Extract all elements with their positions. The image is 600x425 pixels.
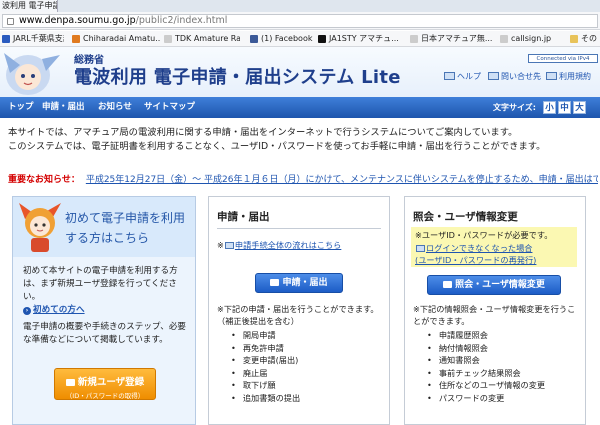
intro-line-2: このシステムでは、電子証明書を利用することなく、ユーザID・パスワードを使ってお…	[8, 141, 546, 152]
main-nav: トップ 申請・届出 お知らせ サイトマップ 文字サイズ: 小 中 大	[0, 97, 600, 118]
apply-list: 開局申請 再免許申請 変更申請(届出) 廃止届 取下げ願 追加書類の提出	[231, 329, 300, 405]
browser-tab-strip: 波利用 電子申請	[0, 0, 600, 12]
bookmark-jarl-chiba[interactable]: JARL千葉県支部	[2, 33, 64, 45]
screen-icon	[65, 379, 75, 386]
page-title: 電波利用 電子申請・届出システム Lite	[74, 67, 401, 88]
first-time-guide-link[interactable]: › 初めての方へ	[23, 303, 85, 315]
bookmark-jarl[interactable]: 日本アマチュア無...	[410, 33, 492, 45]
document-icon	[224, 242, 234, 249]
url-path: /public2/index.html	[135, 15, 228, 26]
list-item: パスワードの変更	[427, 392, 545, 405]
font-size-medium-button[interactable]: 中	[558, 101, 571, 114]
list-item: 事前チェック結果照会	[427, 367, 545, 380]
first-time-heading: 初めて電子申請を利用する方はこちら	[65, 211, 186, 245]
font-size-large-button[interactable]: 大	[573, 101, 586, 114]
facebook-icon	[250, 35, 258, 43]
first-time-body: 初めて本サイトの電子申請を利用する方は、まず新規ユーザ登録を行ってください。	[23, 266, 178, 302]
nav-sitemap[interactable]: サイトマップ	[144, 97, 195, 118]
apply-panel-title: 申請・届出	[217, 211, 270, 223]
nav-apply[interactable]: 申請・届出	[42, 97, 85, 118]
flow-link[interactable]: 申請手続全体の流れはこちら	[235, 240, 341, 250]
nav-news[interactable]: お知らせ	[98, 97, 132, 118]
inquiry-note: ※下記の情報照会・ユーザ情報変更を行うことができます。	[413, 304, 576, 326]
bookmark-callsign[interactable]: callsign.jp	[500, 33, 556, 45]
url-host: www.denpa.soumu.go.jp	[19, 15, 136, 26]
list-item: 納付情報照会	[427, 342, 545, 355]
mascot-logo-icon	[4, 53, 60, 95]
bookmark-ja1sty[interactable]: JA1STY アマチュ...	[318, 33, 402, 45]
inquiry-list: 申請履歴照会 納付情報照会 通知書照会 事前チェック結果照会 住所などのユーザ情…	[427, 329, 545, 405]
document-icon	[416, 244, 425, 252]
contact-icon	[488, 72, 499, 80]
folder-icon	[570, 35, 578, 43]
list-item: 通知書照会	[427, 354, 545, 367]
inquiry-panel-title: 照会・ユーザ情報変更	[413, 211, 518, 223]
font-size-label: 文字サイズ:	[493, 103, 536, 112]
apply-panel: 申請・届出 ※ 申請手続全体の流れはこちら 申請・届出 ※下記の申請・届出を行うこ…	[208, 196, 390, 425]
bookmark-tdk[interactable]: TDK Amature Ra...	[164, 33, 240, 45]
apply-button[interactable]: 申請・届出	[255, 273, 343, 293]
address-bar: www.denpa.soumu.go.jp/public2/index.html	[0, 12, 600, 30]
page-icon	[410, 35, 418, 43]
url-input[interactable]: www.denpa.soumu.go.jp/public2/index.html	[2, 14, 598, 28]
important-notice: 重要なお知らせ： 平成25年12月27日（金）～ 平成26年１月６日（月）にかけて…	[8, 172, 598, 185]
contact-link[interactable]: 問い合せ先	[488, 71, 541, 82]
bookmark-icon	[2, 35, 10, 43]
bookmark-icon	[318, 35, 326, 43]
site-header: 総務省 電波利用 電子申請・届出システム Lite Connected via …	[0, 47, 600, 97]
arrow-circle-icon: ›	[23, 307, 31, 315]
list-item: 開局申請	[231, 329, 300, 342]
inquiry-panel: 照会・ユーザ情報変更 ※ユーザID・パスワードが必要です。 ログインできなくなっ…	[404, 196, 586, 425]
list-item: 廃止届	[231, 367, 300, 380]
list-item: 申請履歴照会	[427, 329, 545, 342]
screen-icon	[443, 281, 453, 288]
ipv4-badge: Connected via IPv4	[528, 54, 598, 63]
bookmarks-bar: JARL千葉県支部 Chiharadai Amatu... TDK Amatur…	[0, 31, 600, 47]
list-item: 取下げ願	[231, 379, 300, 392]
notice-link[interactable]: 平成25年12月27日（金）～ 平成26年１月６日（月）にかけて、メンテナンスに…	[86, 175, 598, 185]
inquiry-user-info-button[interactable]: 照会・ユーザ情報変更	[427, 275, 561, 295]
help-link[interactable]: ヘルプ	[444, 71, 481, 82]
nav-top[interactable]: トップ	[8, 97, 34, 118]
intro-line-1: 本サイトでは、アマチュア局の電波利用に関する申請・届出をインターネットで行うシス…	[8, 127, 518, 138]
intro-text: 本サイトでは、アマチュア局の電波利用に関する申請・届出をインターネットで行うシス…	[8, 126, 598, 154]
credentials-required-note: ※ユーザID・パスワードが必要です。	[415, 230, 553, 240]
help-icon	[444, 72, 455, 80]
browser-tab[interactable]: 波利用 電子申請	[0, 0, 58, 12]
credentials-note-box: ※ユーザID・パスワードが必要です。 ログインできなくなった場合 (ユーザID・…	[411, 227, 577, 267]
font-size-small-button[interactable]: 小	[543, 101, 556, 114]
divider	[217, 228, 381, 229]
notice-label: 重要なお知らせ：	[8, 175, 80, 185]
list-item: 変更申請(届出)	[231, 354, 300, 367]
new-user-register-button[interactable]: 新規ユーザ登録 （ID・パスワードの取得）	[54, 368, 156, 400]
mascot-character-icon	[19, 203, 61, 252]
first-time-description: 電子申請の概要や手続きのステップ、必要な準備などについて掲載しています。	[23, 322, 187, 345]
page-icon	[164, 35, 172, 43]
reissue-link[interactable]: (ユーザID・パスワードの再発行)	[415, 254, 573, 267]
login-help-link[interactable]: ログインできなくなった場合	[415, 242, 573, 255]
bookmark-facebook[interactable]: (1) Facebook	[250, 33, 314, 45]
terms-link[interactable]: 利用規約	[546, 71, 591, 82]
apply-note: ※下記の申請・届出を行うことができます。（補正後提出を含む）	[217, 304, 379, 326]
page-icon	[7, 18, 14, 25]
bookmark-folder-other[interactable]: その	[570, 33, 600, 45]
list-item: 再免許申請	[231, 342, 300, 355]
first-time-panel: 初めて電子申請を利用する方はこちら 初めて本サイトの電子申請を利用する方は、まず…	[12, 196, 196, 425]
page-icon	[500, 35, 508, 43]
terms-icon	[546, 72, 557, 80]
list-item: 住所などのユーザ情報の変更	[427, 379, 545, 392]
bookmark-icon	[72, 35, 80, 43]
list-item: 追加書類の提出	[231, 392, 300, 405]
flow-note: ※ 申請手続全体の流れはこちら	[217, 240, 342, 250]
screen-icon	[270, 279, 280, 286]
bookmark-chiharadai[interactable]: Chiharadai Amatu...	[72, 33, 160, 45]
